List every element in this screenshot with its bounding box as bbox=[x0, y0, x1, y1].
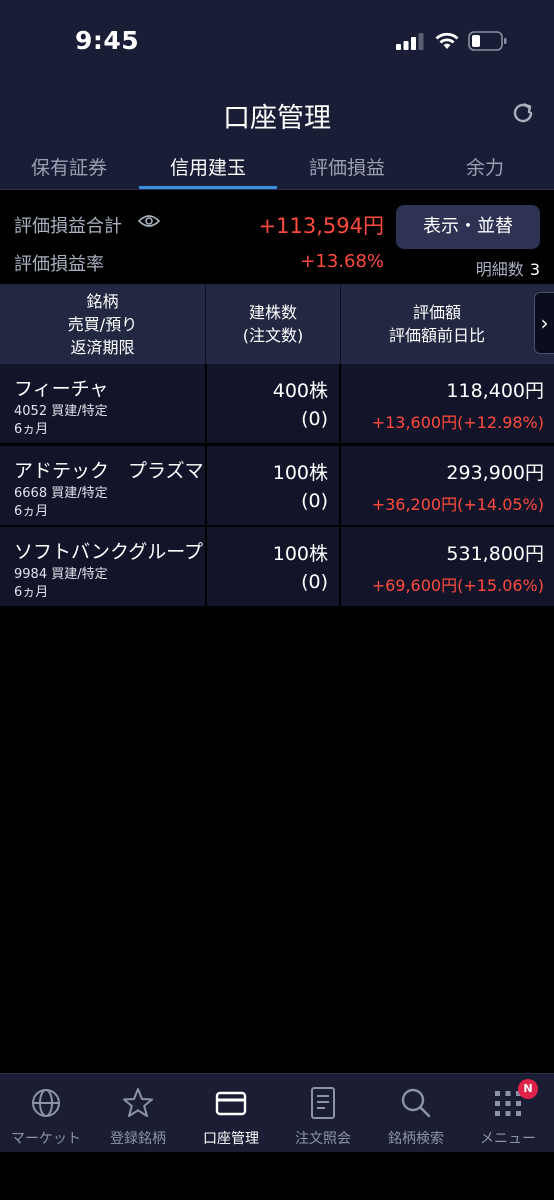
tab-holdings[interactable]: 保有証券 bbox=[0, 150, 138, 190]
stock-code-type: 6668 買建/特定 bbox=[14, 486, 108, 501]
nav-menu[interactable]: メニュー bbox=[462, 1074, 554, 1153]
detail-count-value: 3 bbox=[529, 260, 540, 279]
header-valuation[interactable]: 評価額 評価額前日比 bbox=[341, 284, 533, 364]
row-divider bbox=[339, 364, 341, 445]
nav-watchlist-label: 登録銘柄 bbox=[110, 1131, 166, 1147]
signal-icon bbox=[396, 33, 424, 50]
valuation: 118,400円 bbox=[446, 380, 544, 402]
nav-menu-label: メニュー bbox=[480, 1131, 536, 1147]
search-icon bbox=[401, 1088, 431, 1118]
display-sort-button[interactable]: 表示・並替 bbox=[396, 205, 540, 249]
tab-profit-loss[interactable]: 評価損益 bbox=[278, 150, 416, 190]
table-row[interactable]: アドテック プラズマ 6668 買建/特定 6ヵ月 100株 (0) 293,9… bbox=[0, 446, 554, 527]
position-qty: 100株 bbox=[272, 543, 328, 565]
header-stock-name: 銘柄 bbox=[86, 291, 119, 311]
app-header: 口座管理 bbox=[0, 84, 554, 150]
table-row[interactable]: フィーチャ 4052 買建/特定 6ヵ月 400株 (0) 118,400円 +… bbox=[0, 364, 554, 445]
refresh-icon[interactable] bbox=[510, 100, 536, 126]
battery-icon bbox=[468, 31, 507, 51]
header-quantity[interactable]: 建株数 (注文数) bbox=[206, 284, 340, 364]
row-divider bbox=[205, 364, 207, 445]
row-divider bbox=[339, 446, 341, 527]
row-divider bbox=[339, 527, 341, 608]
nav-market-label: マーケット bbox=[11, 1131, 81, 1147]
valuation-change: +69,600円(+15.06%) bbox=[371, 576, 544, 595]
document-icon bbox=[311, 1087, 335, 1119]
total-pl-value: +113,594円 bbox=[258, 214, 384, 238]
total-pl-label: 評価損益合計 bbox=[14, 216, 122, 237]
table-row[interactable]: ソフトバンクグループ 9984 買建/特定 6ヵ月 100株 (0) 531,8… bbox=[0, 527, 554, 608]
summary-panel: 評価損益合計 +113,594円 評価損益率 +13.68% 表示・並替 明細数… bbox=[0, 190, 554, 284]
nav-account[interactable]: 口座管理 bbox=[185, 1074, 277, 1153]
wifi-icon bbox=[435, 32, 459, 49]
stock-name: ソフトバンクグループ bbox=[14, 541, 204, 563]
stock-code-type: 9984 買建/特定 bbox=[14, 567, 108, 582]
tab-margin-positions[interactable]: 信用建玉 bbox=[139, 150, 277, 190]
nav-account-label: 口座管理 bbox=[203, 1131, 259, 1147]
row-divider bbox=[205, 446, 207, 527]
header-position-qty: 建株数 bbox=[248, 303, 297, 322]
chevron-right-icon[interactable]: › bbox=[534, 292, 554, 354]
header-stock[interactable]: 銘柄 売買/預り 返済期限 bbox=[0, 284, 205, 364]
table-header: 銘柄 売買/預り 返済期限 建株数 (注文数) 評価額 評価額前日比 › bbox=[0, 284, 554, 364]
nav-search[interactable]: 銘柄検索 bbox=[370, 1074, 462, 1153]
notification-badge: N bbox=[518, 1079, 538, 1099]
order-qty: (0) bbox=[301, 571, 328, 593]
status-bar: 9:45 bbox=[0, 0, 554, 84]
header-trade-type: 売買/預り bbox=[67, 314, 138, 334]
order-qty: (0) bbox=[301, 490, 328, 512]
status-time: 9:45 bbox=[75, 26, 140, 55]
nav-market[interactable]: マーケット bbox=[0, 1074, 92, 1153]
star-icon bbox=[123, 1088, 153, 1117]
eye-icon[interactable] bbox=[138, 214, 160, 228]
header-value: 評価額 bbox=[412, 303, 461, 322]
globe-icon bbox=[32, 1089, 60, 1117]
stock-name: フィーチャ bbox=[14, 378, 109, 400]
home-indicator-area bbox=[0, 1152, 554, 1200]
bottom-nav: マーケット 登録銘柄 口座管理 注文照会 銘柄検索 メニュー bbox=[0, 1073, 554, 1152]
stock-code-type: 4052 買建/特定 bbox=[14, 404, 108, 419]
repay-term: 6ヵ月 bbox=[14, 585, 49, 600]
valuation: 531,800円 bbox=[446, 543, 544, 565]
header-order-qty: (注文数) bbox=[242, 326, 304, 345]
nav-orders-label: 注文照会 bbox=[295, 1131, 351, 1147]
nav-search-label: 銘柄検索 bbox=[388, 1131, 444, 1147]
repay-term: 6ヵ月 bbox=[14, 422, 49, 437]
header-repay-deadline: 返済期限 bbox=[70, 337, 135, 357]
detail-count: 明細数 3 bbox=[476, 256, 540, 280]
position-qty: 100株 bbox=[272, 462, 328, 484]
tab-buying-power[interactable]: 余力 bbox=[416, 150, 554, 190]
pl-rate-label: 評価損益率 bbox=[14, 254, 104, 275]
page-title: 口座管理 bbox=[223, 103, 331, 134]
card-icon bbox=[215, 1091, 247, 1116]
detail-count-label: 明細数 bbox=[475, 260, 524, 279]
valuation-change: +36,200円(+14.05%) bbox=[371, 495, 544, 514]
header-day-change: 評価額前日比 bbox=[388, 326, 485, 345]
active-tab-indicator bbox=[139, 186, 277, 189]
nav-watchlist[interactable]: 登録銘柄 bbox=[92, 1074, 184, 1153]
row-divider bbox=[205, 527, 207, 608]
tab-bar: 保有証券 信用建玉 評価損益 余力 bbox=[0, 150, 554, 190]
nav-orders[interactable]: 注文照会 bbox=[277, 1074, 369, 1153]
valuation: 293,900円 bbox=[446, 462, 544, 484]
pl-rate-value: +13.68% bbox=[300, 251, 384, 272]
position-qty: 400株 bbox=[272, 380, 328, 402]
repay-term: 6ヵ月 bbox=[14, 504, 49, 519]
order-qty: (0) bbox=[301, 408, 328, 430]
valuation-change: +13,600円(+12.98%) bbox=[371, 413, 544, 432]
stock-name: アドテック プラズマ bbox=[14, 460, 204, 482]
